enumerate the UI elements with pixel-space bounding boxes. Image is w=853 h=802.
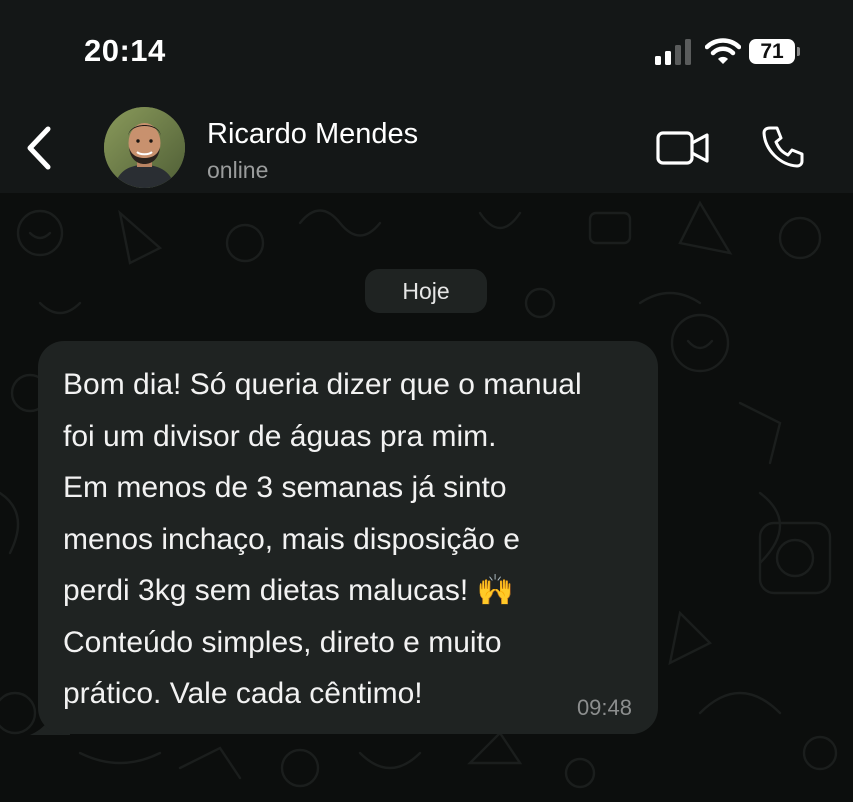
- chevron-left-icon[interactable]: [22, 126, 56, 170]
- battery-icon: 71: [749, 37, 801, 67]
- contact-name[interactable]: Ricardo Mendes: [207, 118, 418, 151]
- message-text: Bom dia! Só queria dizer que o manual fo…: [63, 359, 582, 720]
- chat-area[interactable]: Hoje Bom dia! Só queria dizer que o manu…: [0, 193, 853, 802]
- video-call-icon[interactable]: [655, 128, 711, 168]
- message-line: prático. Vale cada cêntimo!: [63, 677, 423, 710]
- message-line-text: perdi 3kg sem dietas malucas!: [63, 574, 469, 607]
- avatar-image: [104, 107, 185, 188]
- message-line: Bom dia! Só queria dizer que o manual: [63, 368, 582, 401]
- avatar[interactable]: [104, 107, 185, 188]
- raising-hands-emoji: 🙌: [476, 573, 514, 608]
- message-line: Conteúdo simples, direto e muito: [63, 625, 502, 659]
- chat-screen: 20:14 71 Ricardo Mendes online Hoje Bom …: [0, 0, 853, 802]
- incoming-message-bubble[interactable]: Bom dia! Só queria dizer que o manual fo…: [38, 341, 658, 734]
- message-line: Em menos de 3 semanas já sinto: [63, 471, 507, 504]
- cellular-signal-icon: [655, 39, 691, 65]
- date-separator: Hoje: [365, 269, 487, 313]
- message-timestamp: 09:48: [576, 695, 632, 720]
- message-line: perdi 3kg sem dietas malucas! 🙌: [63, 565, 582, 617]
- message-line: foi um divisor de águas pra mim.: [63, 419, 497, 453]
- status-time: 20:14: [84, 33, 166, 68]
- status-icons: 71: [650, 34, 810, 70]
- phone-call-icon[interactable]: [760, 124, 806, 170]
- wifi-icon: [705, 38, 741, 64]
- top-bar: 20:14 71 Ricardo Mendes online: [0, 0, 853, 193]
- contact-status: online: [207, 157, 269, 183]
- battery-level: 71: [760, 40, 784, 63]
- message-line: menos inchaço, mais disposição e: [63, 522, 520, 556]
